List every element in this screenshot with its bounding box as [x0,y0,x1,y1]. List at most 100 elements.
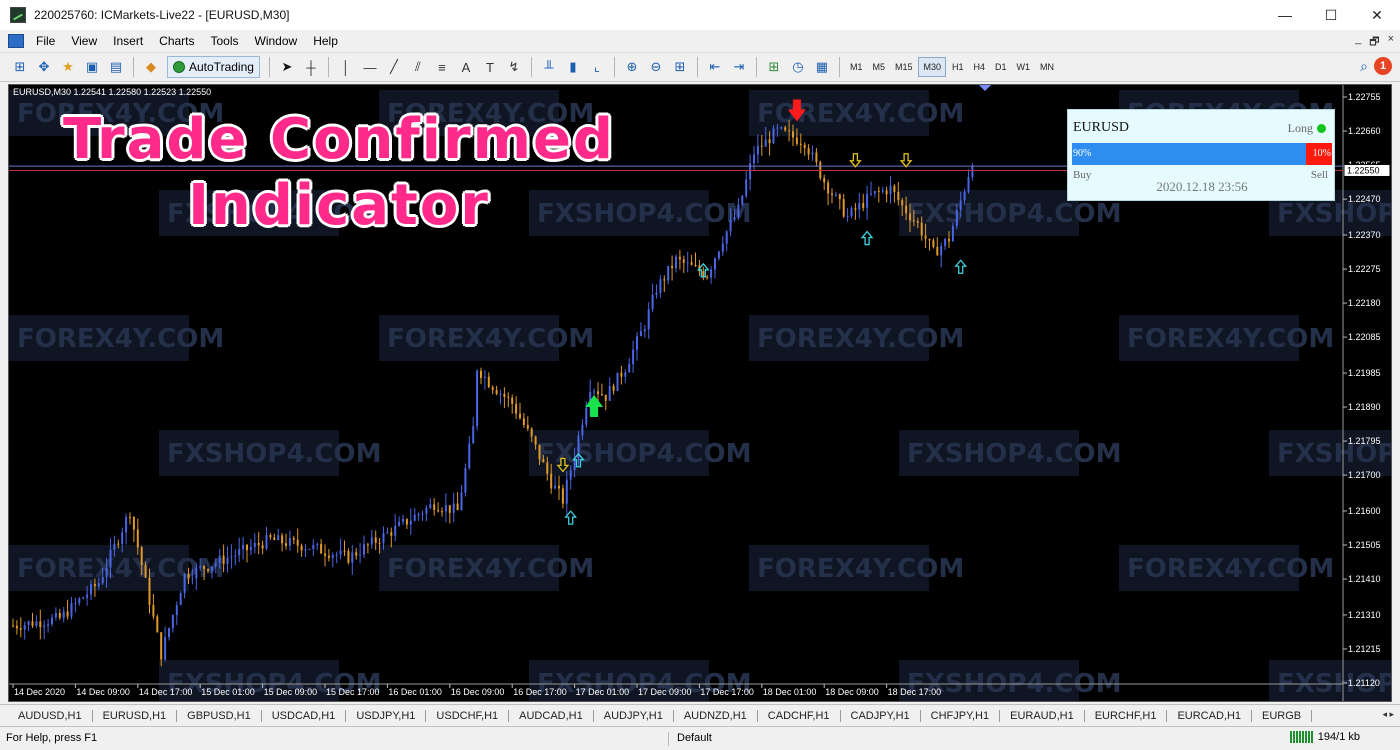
text-icon[interactable]: A [456,57,476,77]
timeframe-mn[interactable]: MN [1036,57,1058,77]
timeframe-d1[interactable]: D1 [991,57,1011,77]
close-button[interactable]: ✕ [1354,0,1400,30]
x-tick-label: 14 Dec 2020 [14,687,65,697]
timeframe-m30[interactable]: M30 [918,57,946,77]
bar-chart-icon[interactable]: ╨ [539,57,559,77]
trendline-icon[interactable]: ╱ [384,57,404,77]
candle-body [678,256,681,260]
candle-body [113,543,116,550]
candle-body [394,525,397,536]
candle-body [27,621,30,625]
tab-eurgbp[interactable]: EURGB [1252,709,1313,722]
menu-window[interactable]: Window [247,34,306,48]
menu-help[interactable]: Help [305,34,346,48]
menu-charts[interactable]: Charts [151,34,202,48]
metaeditor-icon[interactable]: ◆ [141,57,161,77]
favorites-icon[interactable]: ★ [58,57,78,77]
strategy-tester-icon[interactable]: ▤ [106,57,126,77]
menu-insert[interactable]: Insert [105,34,151,48]
search-icon[interactable]: ⌕ [1360,58,1368,75]
autotrading-button[interactable]: AutoTrading [167,56,260,78]
timeframe-h1[interactable]: H1 [948,57,968,77]
candle-body [795,137,798,144]
timeframe-m1[interactable]: M1 [846,57,867,77]
tab-eurusd[interactable]: EURUSD,H1 [93,709,178,722]
tab-chfjpy[interactable]: CHFJPY,H1 [921,709,1001,722]
tile-windows-icon[interactable]: ⊞ [670,57,690,77]
candle-body [717,251,720,259]
tab-scroll-arrows[interactable]: ◂ ▸ [1378,709,1394,720]
promo-title-line-1: Trade Confirmed [62,107,616,172]
crosshair-icon[interactable]: ┼ [301,57,321,77]
templates-icon[interactable]: ▦ [812,57,832,77]
channel-icon[interactable]: ⫽ [408,57,428,77]
crosshair-profiles-icon[interactable]: ✥ [34,57,54,77]
tab-audnzd[interactable]: AUDNZD,H1 [674,709,758,722]
new-chart-icon[interactable]: ⊞ [10,57,30,77]
candle-body [491,387,494,390]
connection-status[interactable]: 194/1 kb [1289,731,1360,743]
candle-body [682,259,685,263]
notification-badge[interactable]: 1 [1374,57,1392,75]
x-tick-label: 18 Dec 17:00 [888,687,942,697]
tab-cadchf[interactable]: CADCHF,H1 [758,709,841,722]
candlestick-icon[interactable]: ▮ [563,57,583,77]
candle-body [565,479,568,504]
tab-audcad[interactable]: AUDCAD,H1 [509,709,594,722]
tab-gbpusd[interactable]: GBPUSD,H1 [177,709,262,722]
x-tick-label: 16 Dec 17:00 [513,687,567,697]
minimize-button[interactable]: — [1262,0,1308,30]
zoom-in-icon[interactable]: ⊕ [622,57,642,77]
candle-body [468,443,471,469]
candle-body [799,143,802,145]
tab-euraud[interactable]: EURAUD,H1 [1000,709,1085,722]
navigator-icon[interactable]: ▣ [82,57,102,77]
timeframe-w1[interactable]: W1 [1013,57,1035,77]
toolbar-right: ⌕ 1 [1360,57,1392,75]
tab-eurcad[interactable]: EURCAD,H1 [1167,709,1253,722]
autoscroll-icon[interactable]: ⇤ [705,57,725,77]
tab-cadjpy[interactable]: CADJPY,H1 [841,709,921,722]
candle-body [667,265,670,281]
candle-body [507,396,510,398]
vertical-line-icon[interactable]: │ [336,57,356,77]
maximize-button[interactable]: ☐ [1308,0,1354,30]
mdi-restore-button[interactable]: 🗗 [1369,33,1379,52]
cursor-icon[interactable]: ➤ [277,57,297,77]
candle-body [347,550,350,563]
horizontal-line-icon[interactable]: — [360,57,380,77]
y-tick-label: 1.21310 [1348,610,1381,620]
candle-body [54,612,57,618]
timeframe-m15[interactable]: M15 [891,57,917,77]
candle-body [846,216,849,218]
menu-tools[interactable]: Tools [203,34,247,48]
watermark-text: FOREX4Y.COM [387,554,594,584]
indicators-icon[interactable]: ⊞ [764,57,784,77]
candle-body [901,200,904,206]
tab-audjpy[interactable]: AUDJPY,H1 [594,709,674,722]
menu-file[interactable]: File [28,34,63,48]
timeframe-m5[interactable]: M5 [868,57,889,77]
candle-body [967,177,970,192]
mdi-close-button[interactable]: × [1388,33,1394,52]
chart-shift-icon[interactable]: ⇥ [729,57,749,77]
chart-window[interactable]: EURUSD,M30 1.22541 1.22580 1.22523 1.225… [8,84,1392,702]
toolbar-separator [327,57,329,77]
line-chart-icon[interactable]: ⌞ [587,57,607,77]
text-label-icon[interactable]: T [480,57,500,77]
tab-eurchf[interactable]: EURCHF,H1 [1085,709,1168,722]
candle-body [148,577,151,605]
tab-usdcad[interactable]: USDCAD,H1 [262,709,347,722]
chart-window-icon[interactable] [8,34,24,48]
fibonacci-icon[interactable]: ≡ [432,57,452,77]
zoom-out-icon[interactable]: ⊖ [646,57,666,77]
arrows-icon[interactable]: ↯ [504,57,524,77]
menu-view[interactable]: View [63,34,105,48]
tab-usdchf[interactable]: USDCHF,H1 [426,709,510,722]
tab-usdjpy[interactable]: USDJPY,H1 [346,709,427,722]
mdi-minimize-button[interactable]: _ [1355,33,1361,52]
timeframe-h4[interactable]: H4 [970,57,990,77]
candle-body [647,309,650,330]
tab-audusd[interactable]: AUDUSD,H1 [8,709,93,722]
periods-icon[interactable]: ◷ [788,57,808,77]
